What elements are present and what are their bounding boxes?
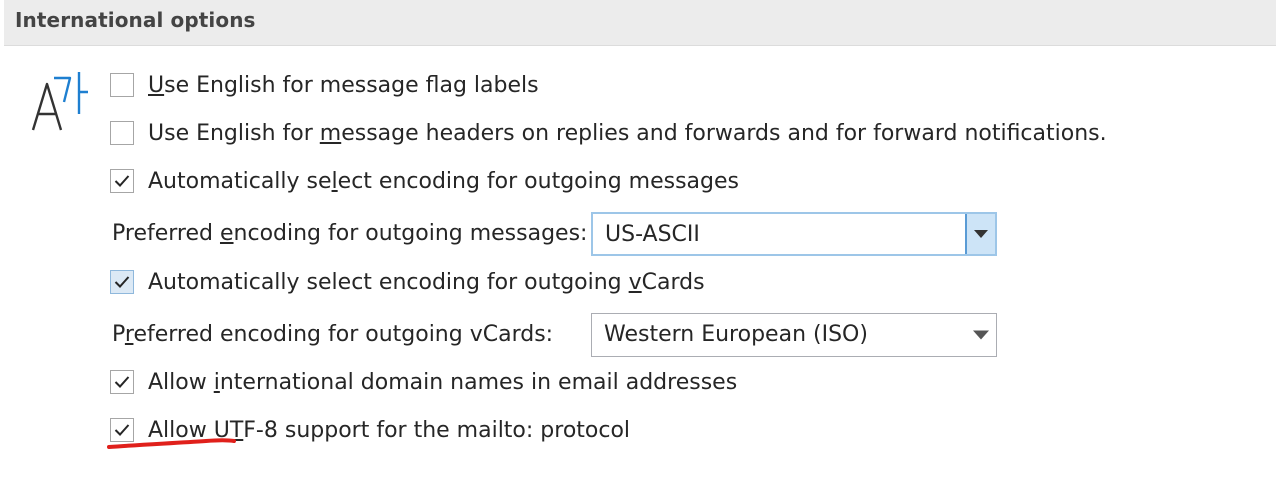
intl-domain-names-checkbox[interactable] (110, 370, 134, 394)
auto-encoding-messages-label: Automatically select encoding for outgoi… (148, 168, 739, 194)
pref-encoding-messages-dropdown-button[interactable] (965, 214, 995, 254)
chevron-down-icon (974, 230, 988, 238)
auto-encoding-messages-checkbox[interactable] (110, 169, 134, 193)
pref-encoding-vcards-select[interactable]: Western European (ISO) (591, 313, 997, 357)
headers-english-checkbox[interactable] (110, 121, 134, 145)
flag-labels-label: Use English for message flag labels (148, 72, 539, 98)
option-intl-domain-names[interactable]: Allow international domain names in emai… (110, 367, 737, 397)
headers-english-label: Use English for message headers on repli… (148, 120, 1107, 146)
checkmark-icon (114, 376, 130, 388)
red-annotation-underline (107, 438, 236, 449)
option-headers-english[interactable]: Use English for message headers on repli… (110, 118, 1107, 148)
chevron-down-icon (973, 330, 989, 340)
pref-encoding-vcards-label: Preferred encoding for outgoing vCards: (112, 322, 554, 347)
auto-encoding-vcards-checkbox[interactable] (110, 270, 134, 294)
pref-encoding-vcards-dropdown-button[interactable] (966, 314, 996, 356)
pref-encoding-messages-label: Preferred encoding for outgoing messages… (112, 221, 588, 246)
option-flag-labels[interactable]: Use English for message flag labels (110, 70, 539, 100)
flag-labels-checkbox[interactable] (110, 73, 134, 97)
international-language-icon (31, 72, 88, 131)
section-header: International options (4, 0, 1276, 46)
option-auto-encoding-messages[interactable]: Automatically select encoding for outgoi… (110, 166, 739, 196)
auto-encoding-vcards-label: Automatically select encoding for outgoi… (148, 269, 705, 295)
option-auto-encoding-vcards[interactable]: Automatically select encoding for outgoi… (110, 267, 705, 297)
checkmark-icon (114, 175, 130, 187)
pref-encoding-vcards-value: Western European (ISO) (604, 322, 868, 347)
pref-encoding-messages-select[interactable]: US-ASCII (591, 212, 997, 256)
pref-encoding-messages-value: US-ASCII (605, 222, 700, 247)
section-title: International options (15, 8, 256, 32)
checkmark-icon (114, 276, 130, 288)
intl-domain-names-label: Allow international domain names in emai… (148, 369, 738, 395)
